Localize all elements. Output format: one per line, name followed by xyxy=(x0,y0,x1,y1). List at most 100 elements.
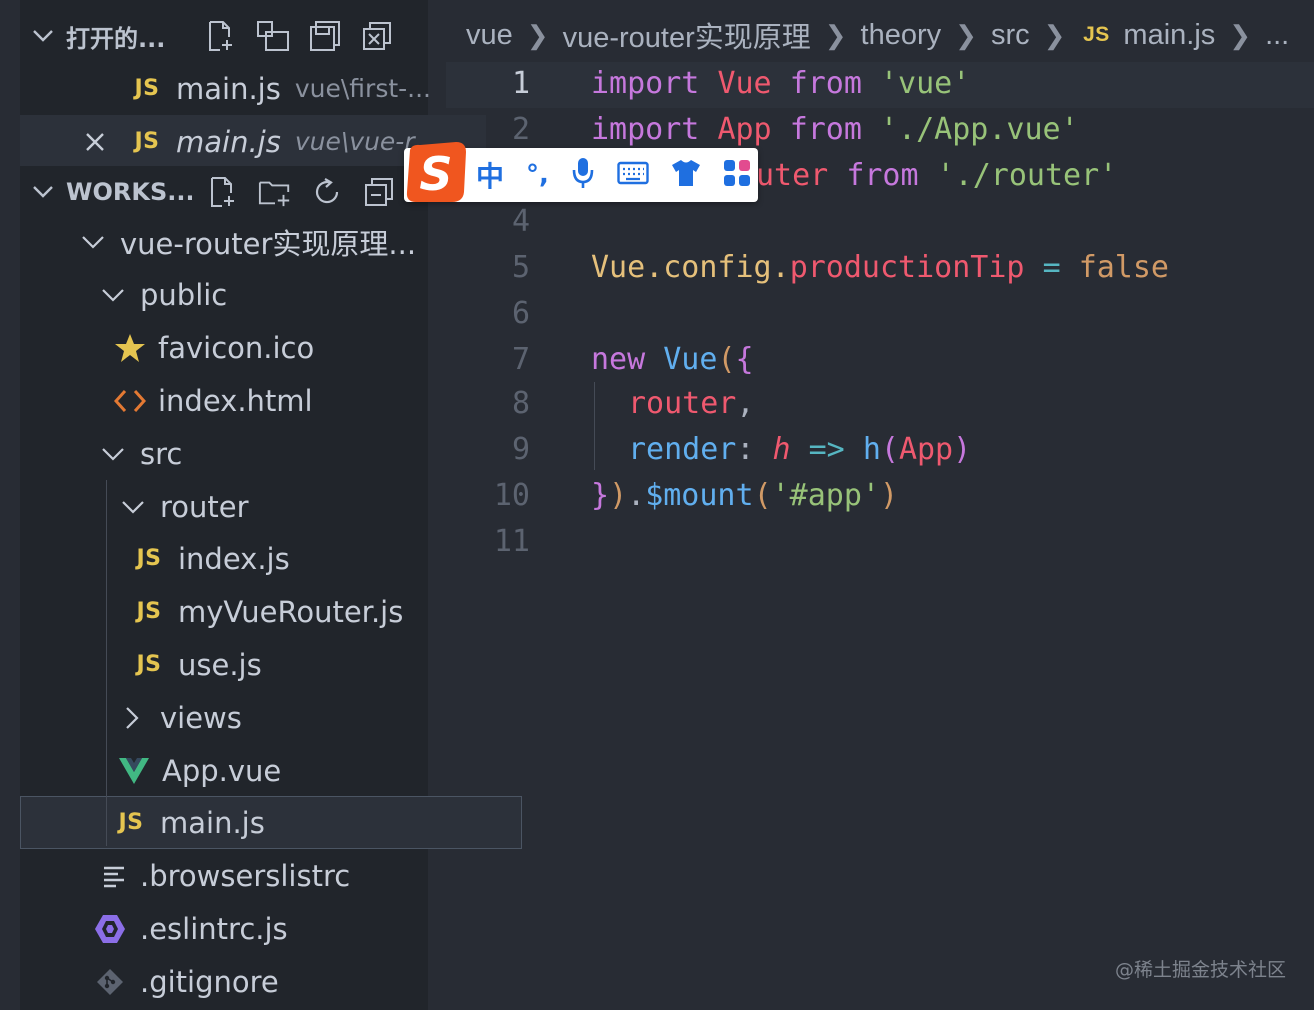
line-number: 8 xyxy=(511,386,530,421)
breadcrumb-item[interactable]: theory xyxy=(861,19,942,52)
breadcrumb-item[interactable]: main.js xyxy=(1123,19,1215,52)
line-number: 10 xyxy=(493,478,530,513)
breadcrumb-ellipsis[interactable]: ... xyxy=(1265,19,1289,52)
code-token: ( xyxy=(717,342,736,377)
activity-bar-edge xyxy=(0,0,20,1010)
javascript-file-icon: JS xyxy=(1083,23,1110,46)
code-line: uter from './router' xyxy=(756,158,1117,193)
collapse-all-icon[interactable] xyxy=(362,175,396,209)
tree-file-gitignore[interactable]: .gitignore xyxy=(20,955,504,1008)
tree-indent-guide xyxy=(106,480,107,846)
code-token: .config. xyxy=(645,250,790,285)
code-token: = xyxy=(1042,250,1061,285)
tree-folder-label: src xyxy=(140,436,183,471)
line-number: 9 xyxy=(511,432,530,467)
sogou-logo-icon[interactable]: S xyxy=(404,142,468,204)
workspace-header[interactable]: WORKS... xyxy=(20,166,428,218)
tree-file-label: .browserslistrc xyxy=(140,858,351,893)
tree-file-browserslistrc[interactable]: .browserslistrc xyxy=(20,849,510,902)
toolbox-grid-icon[interactable] xyxy=(723,159,751,191)
chevron-down-icon[interactable] xyxy=(20,185,66,199)
ime-language-toggle[interactable]: 中 xyxy=(476,155,504,195)
code-token: import xyxy=(591,112,700,147)
tree-file-label: index.js xyxy=(178,541,290,576)
tree-folder-src[interactable]: src xyxy=(20,427,508,480)
code-token: => xyxy=(808,432,845,467)
javascript-file-icon: JS xyxy=(136,652,162,677)
code-token: router xyxy=(628,386,737,421)
chevron-down-icon[interactable] xyxy=(20,29,66,43)
chevron-right-icon: ❯ xyxy=(824,19,847,50)
tree-file-label: .gitignore xyxy=(140,964,279,999)
toggle-layout-icon[interactable] xyxy=(256,19,290,53)
javascript-file-icon: JS xyxy=(118,810,144,835)
keyboard-icon[interactable] xyxy=(617,161,649,189)
new-folder-icon[interactable] xyxy=(258,175,292,209)
code-token: h xyxy=(862,432,881,467)
refresh-icon[interactable] xyxy=(310,175,344,209)
ime-toolbar[interactable]: S 中 °, xyxy=(404,142,758,202)
code-editor[interactable]: 1 2 3 4 5 6 7 8 9 10 11 import Vue from … xyxy=(446,62,1314,1010)
close-all-icon[interactable] xyxy=(360,19,394,53)
line-number: 6 xyxy=(511,296,530,331)
code-token: import xyxy=(591,66,700,101)
chevron-right-icon xyxy=(126,706,139,729)
code-token: uter xyxy=(756,158,829,193)
html-file-icon xyxy=(114,389,146,412)
code-line: Vue.config.productionTip = false xyxy=(591,250,1169,285)
code-line: }).$mount('#app') xyxy=(591,478,898,513)
tree-file-label: .eslintrc.js xyxy=(140,911,288,946)
code-token: App xyxy=(898,432,954,467)
code-token: ) xyxy=(609,478,628,513)
code-token: from xyxy=(789,66,862,101)
chevron-down-icon xyxy=(122,500,144,514)
new-file-icon[interactable] xyxy=(206,175,240,209)
breadcrumb-item[interactable]: src xyxy=(991,19,1030,52)
line-number: 1 xyxy=(511,66,530,101)
code-line: router, xyxy=(628,386,754,421)
code-line: new Vue({ xyxy=(591,342,754,377)
tree-folder-label: router xyxy=(160,489,249,524)
open-editors-header[interactable]: 打开的... xyxy=(20,10,428,62)
code-token: './router' xyxy=(936,158,1118,193)
code-token: render xyxy=(628,432,737,467)
code-token: ) xyxy=(880,478,899,513)
code-token: './App.vue' xyxy=(880,112,1079,147)
javascript-file-icon: JS xyxy=(136,599,162,624)
code-token: from xyxy=(789,112,862,147)
code-token: . xyxy=(627,478,646,513)
chevron-down-icon xyxy=(102,288,124,302)
chevron-right-icon: ❯ xyxy=(1229,19,1252,50)
tree-folder-public[interactable]: public xyxy=(20,268,508,321)
code-token: , xyxy=(736,386,755,421)
code-token: '#app' xyxy=(771,478,880,513)
code-token: Vue xyxy=(717,66,772,101)
open-editor-path: vue\first-... xyxy=(294,74,432,103)
microphone-icon[interactable] xyxy=(571,157,595,193)
open-editors-title: 打开的... xyxy=(66,24,166,53)
breadcrumb-item[interactable]: vue xyxy=(466,19,513,52)
code-token: productionTip xyxy=(789,250,1025,285)
ime-punctuation-toggle[interactable]: °, xyxy=(526,160,549,190)
open-editor-label: main.js xyxy=(176,124,281,159)
tree-folder-root[interactable]: vue-router实现原理... xyxy=(20,215,488,268)
breadcrumb-item[interactable]: vue-router实现原理 xyxy=(563,14,811,56)
chevron-right-icon: ❯ xyxy=(1043,19,1066,50)
tree-file-label: index.html xyxy=(158,383,313,418)
tree-folder-label: views xyxy=(160,700,242,735)
code-token: ) xyxy=(953,432,972,467)
star-icon xyxy=(115,333,145,362)
code-token: : xyxy=(736,432,755,467)
ime-logo-letter: S xyxy=(419,147,452,201)
tree-file-eslintrc[interactable]: .eslintrc.js xyxy=(20,902,502,955)
line-number: 11 xyxy=(493,524,530,559)
save-all-icon[interactable] xyxy=(308,19,342,53)
line-number: 4 xyxy=(511,204,530,239)
skin-shirt-icon[interactable] xyxy=(671,159,701,191)
code-token: from xyxy=(846,158,919,193)
code-token: ( xyxy=(880,432,899,467)
close-icon[interactable] xyxy=(78,131,112,153)
new-untitled-file-icon[interactable] xyxy=(204,19,238,53)
javascript-file-icon: JS xyxy=(134,129,160,154)
chevron-down-icon xyxy=(102,447,124,461)
